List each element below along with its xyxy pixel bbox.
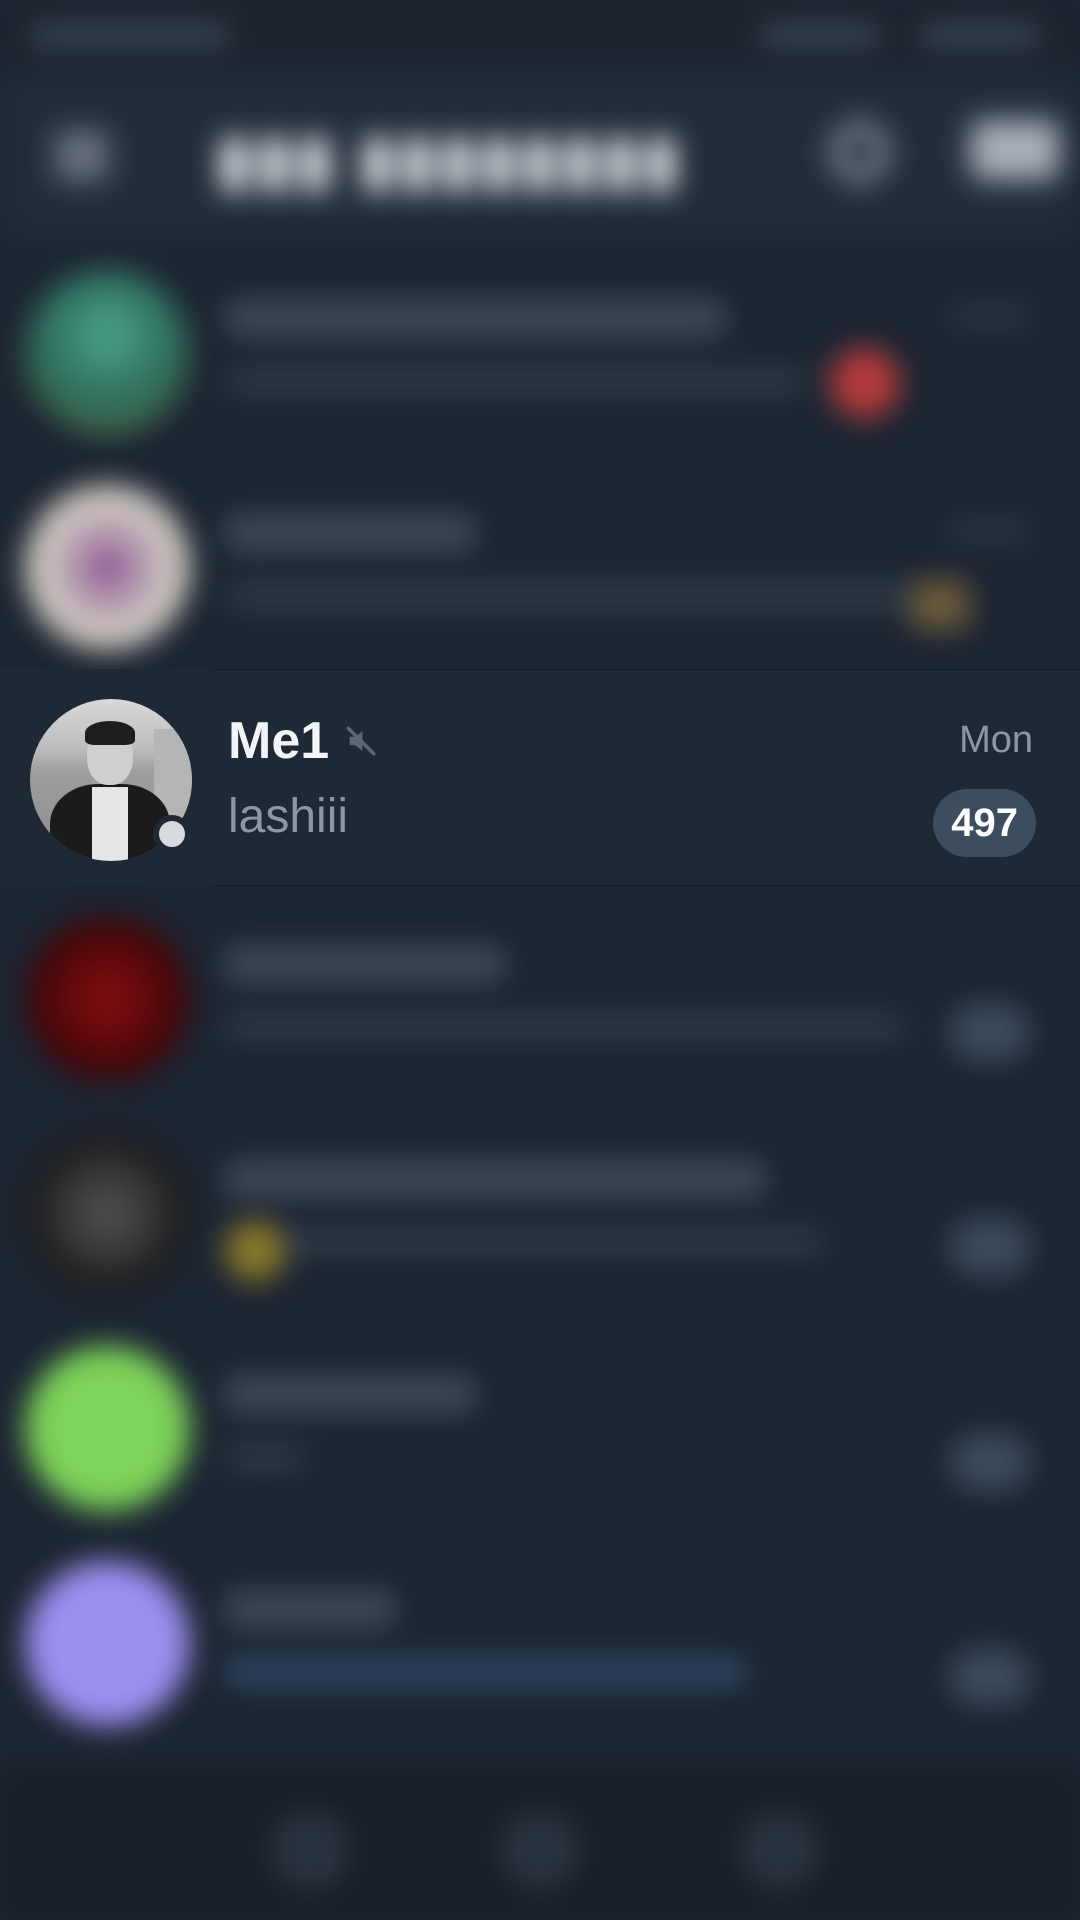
chat-name-blurred [225, 1161, 765, 1197]
status-battery [920, 24, 1040, 46]
avatar [25, 1131, 190, 1296]
unread-badge-blurred [950, 1649, 1030, 1705]
avatar [25, 1561, 190, 1726]
avatar [25, 270, 190, 435]
blurred-background: ▮▮▮ ▮▮▮▮▮▮▮▮ [0, 0, 1080, 1920]
chat-preview: lashiii [228, 790, 349, 843]
search-icon[interactable] [832, 124, 888, 180]
status-right-indicators [760, 24, 880, 46]
focused-chat-row[interactable]: Me1 Mon lashiii 497 [0, 669, 1080, 886]
list-item[interactable] [0, 1316, 1080, 1531]
list-item[interactable] [0, 455, 1080, 670]
divider [215, 669, 1080, 670]
chat-time: Mon [959, 719, 1033, 761]
chat-name-blurred [225, 946, 505, 982]
header-action-icon[interactable] [970, 120, 1060, 180]
unread-badge-blurred [950, 1219, 1030, 1275]
chat-name-blurred [225, 300, 725, 336]
chat-preview-blurred [225, 583, 925, 609]
unread-badge-blurred [950, 1434, 1030, 1490]
bottom-tab-icon[interactable] [740, 1810, 820, 1890]
list-item[interactable] [0, 886, 1080, 1101]
chat-name-blurred [225, 515, 475, 551]
bottom-tab-icon[interactable] [500, 1810, 580, 1890]
chat-time-blurred [950, 305, 1030, 327]
chat-name-blurred [225, 1376, 475, 1412]
chat-preview-blurred [225, 1014, 905, 1040]
divider [215, 885, 1080, 886]
online-status-dot [153, 815, 191, 853]
bottom-tab-icon[interactable] [270, 1810, 350, 1890]
blurred-emoji [225, 1221, 285, 1281]
chat-preview-blurred [225, 1444, 305, 1470]
blurred-emoji [830, 348, 900, 418]
mute-icon [346, 726, 376, 756]
chat-preview-blurred [225, 1659, 745, 1685]
chat-preview-blurred [225, 1229, 825, 1255]
chat-name-blurred [225, 1591, 395, 1627]
avatar [25, 916, 190, 1081]
list-item[interactable] [0, 240, 1080, 455]
unread-badge-blurred [950, 1004, 1030, 1060]
chat-preview-blurred [225, 368, 805, 394]
unread-badge: 497 [933, 789, 1036, 857]
header-title-blurred: ▮▮▮ ▮▮▮▮▮▮▮▮ [215, 120, 683, 198]
chat-time-blurred [950, 520, 1030, 542]
list-item[interactable] [0, 1101, 1080, 1316]
chat-name: Me1 [228, 712, 330, 770]
avatar [25, 1346, 190, 1511]
status-bar [0, 0, 1080, 70]
avatar [25, 485, 190, 650]
menu-icon[interactable] [55, 135, 109, 176]
list-item[interactable] [0, 1531, 1080, 1746]
bottom-navigation [0, 1770, 1080, 1920]
status-left-indicators [30, 24, 230, 46]
blurred-thumbnail [910, 580, 970, 630]
